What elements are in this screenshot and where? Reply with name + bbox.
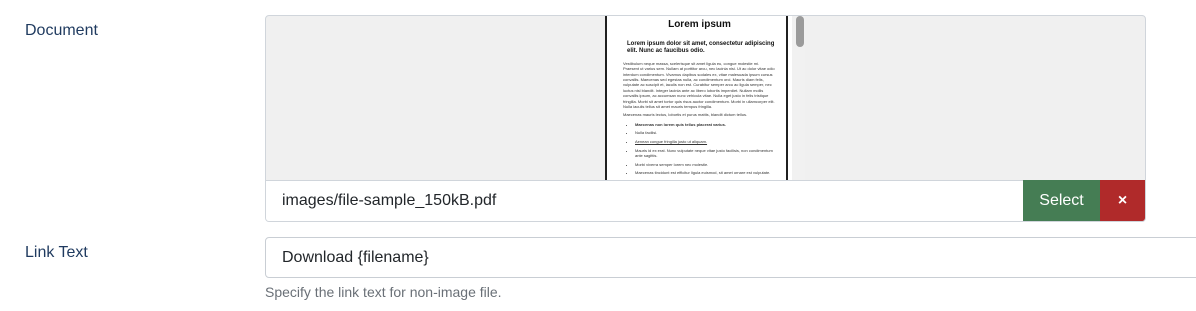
close-icon: × <box>1117 191 1128 209</box>
pdf-page: Lorem ipsum Lorem ipsum dolor sit amet, … <box>605 16 788 180</box>
document-path-row: images/file-sample_150kB.pdf Select × <box>266 180 1145 221</box>
pdf-title: Lorem ipsum <box>668 19 731 30</box>
preview-scrollbar[interactable] <box>792 16 805 180</box>
pdf-paragraph: Vestibulum neque massa, scelerisque sit … <box>623 60 775 109</box>
pdf-list-item: Nulla facilisi. <box>635 130 776 136</box>
clear-button[interactable]: × <box>1100 180 1145 221</box>
select-button[interactable]: Select <box>1023 180 1100 221</box>
pdf-preview[interactable]: Lorem ipsum Lorem ipsum dolor sit amet, … <box>605 16 805 180</box>
link-text-input[interactable]: Download {filename} <box>265 237 1196 278</box>
pdf-paragraph: Maecenas mauris lectus, lobortis et puru… <box>623 112 748 118</box>
pdf-list-item: Morbi viverra semper lorem nec molestie. <box>635 162 776 168</box>
pdf-list-item: Maecenas tincidunt est efficitur ligula … <box>635 170 776 176</box>
document-path-input[interactable]: images/file-sample_150kB.pdf <box>266 180 1023 221</box>
link-text-help: Specify the link text for non-image file… <box>265 284 502 300</box>
link-text-label: Link Text <box>25 244 88 261</box>
document-media-field: Lorem ipsum Lorem ipsum dolor sit amet, … <box>265 15 1146 222</box>
pdf-list-item: Aenean congue fringilla justo ut aliquam… <box>635 139 776 145</box>
document-label: Document <box>25 22 98 39</box>
pdf-list-item: Mauris id ex erat. Nunc vulputate neque … <box>635 148 776 159</box>
pdf-list-item: Maecenas non lorem quis tellus placerat … <box>635 122 776 128</box>
pdf-subtitle: Lorem ipsum dolor sit amet, consectetur … <box>627 40 775 54</box>
preview-scroll-thumb[interactable] <box>796 16 804 47</box>
pdf-list: Maecenas non lorem quis tellus placerat … <box>623 122 776 176</box>
